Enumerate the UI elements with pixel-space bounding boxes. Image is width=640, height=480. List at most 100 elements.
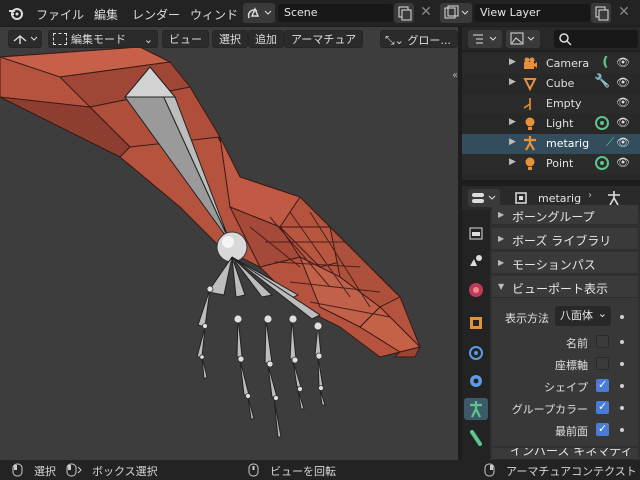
menu-edit[interactable]: 編集 [94,6,118,23]
display-as-label: 表示方法 [505,312,549,325]
names-checkbox[interactable] [596,335,609,348]
keyframe-dot-icon[interactable] [620,406,624,410]
menu-add[interactable]: 追加 [248,30,284,48]
panel-inverse-kinematics[interactable]: インバース キネマティ [492,448,638,460]
outliner-label-empty: Empty [546,97,582,110]
bone-icon [470,430,482,446]
3d-viewport[interactable] [0,27,458,460]
shapes-checkbox[interactable] [596,378,609,392]
armature-hand-scene [0,46,421,438]
blender-logo-icon[interactable] [8,5,24,21]
armature-icon [524,136,536,151]
outliner-label-camera: Camera [546,57,590,70]
scene-icon [247,7,272,19]
status-rotate-view: ビューを回転 [270,465,336,478]
option-label: 最前面 [555,425,588,438]
chevron-down-icon: ⌄ [143,33,153,46]
menu-armature[interactable]: アーマチュア [284,30,364,48]
orientation-label: グロー... [407,34,451,47]
display-as-dropdown[interactable]: 八面体 ⌄ [555,306,611,326]
scene-name-field[interactable]: Scene [278,4,393,22]
expand-arrow-icon[interactable]: ▶ [509,157,516,167]
search-icon [559,33,572,46]
group-colors-checkbox[interactable] [596,400,609,414]
visibility-eye-icon[interactable]: 👁 [616,96,630,109]
expanded-arrow-icon: ▼ [498,282,505,291]
armature-data-icon [608,191,620,206]
tab-constraints[interactable] [464,370,488,392]
list-icon [473,34,497,44]
panel-title: モーションパス [512,258,596,272]
expand-arrow-icon[interactable]: ▶ [509,77,516,87]
visibility-eye-icon[interactable]: 👁 [616,76,630,89]
outliner-label-light: Light [546,117,574,130]
tab-scene[interactable] [464,250,488,272]
mode-selector[interactable]: 編集モード ⌄ [48,30,158,48]
keyframe-dot-icon[interactable] [620,340,624,344]
visibility-eye-icon[interactable]: 👁 [616,116,630,129]
tab-modifiers[interactable] [464,342,488,364]
tab-world[interactable] [464,279,488,301]
visibility-eye-icon[interactable]: 👁 [616,156,630,169]
3d-view-icon [13,35,38,44]
outliner-label-metarig: metarig [546,137,590,150]
armature-icon [470,401,482,418]
collapsed-arrow-icon: ▶ [498,258,505,267]
menu-window[interactable]: ウィンド [190,6,238,23]
menu-file[interactable]: ファイル [36,6,84,23]
display-mode-button[interactable] [468,30,502,48]
new-view-layer-button[interactable] [591,3,611,23]
mouse-right-icon [484,463,495,477]
expand-arrow-icon[interactable]: ▶ [509,117,516,127]
menu-view[interactable]: ビュー [162,30,209,48]
expand-arrow-icon[interactable]: ▶ [509,57,516,67]
close-view-layer-icon[interactable]: ✕ [614,4,634,22]
outliner-search-input[interactable] [554,30,638,48]
panel-title: ボーズ ライブラリ [512,234,612,248]
in-front-checkbox[interactable] [596,422,609,436]
view-layer-name-field[interactable]: View Layer [474,4,590,22]
sidebar-expand-icon[interactable]: ‹ [454,70,458,81]
status-context-menu: アーマチュアコンテクスト [506,465,637,478]
menu-render[interactable]: レンダー [132,6,180,23]
status-select: 選択 [34,465,56,478]
tab-armature-data[interactable] [464,398,488,420]
constraint-icon [470,375,482,387]
properties-object-name: metarig [538,192,582,205]
keyframe-dot-icon[interactable] [620,384,624,388]
light-icon [525,157,535,170]
image-icon [510,32,535,45]
tab-output[interactable] [464,223,488,245]
outliner-label-cube: Cube [546,77,575,90]
tab-bone[interactable] [464,427,488,449]
new-scene-button[interactable] [394,3,414,23]
mouse-left-icon [12,463,23,477]
filter-button[interactable] [506,30,540,48]
keyframe-dot-icon[interactable] [620,315,624,319]
view-layer-selector-button[interactable] [440,3,472,23]
breadcrumb-arrow-icon: › [588,190,592,201]
visibility-eye-icon[interactable]: 👁 [616,56,630,69]
menu-select[interactable]: 選択 [212,30,248,48]
expand-arrow-icon[interactable]: ▶ [509,137,516,147]
physics-icon [469,346,483,360]
axes-checkbox[interactable] [596,357,609,370]
editor-type-button[interactable] [8,30,42,48]
world-icon [469,283,483,297]
mouse-middle-icon [248,463,259,477]
transform-orientation-selector[interactable]: ⤡⌄ グロー... [380,30,458,48]
tab-object[interactable] [464,313,488,335]
scene-selector-button[interactable] [243,3,275,23]
close-scene-icon[interactable]: ✕ [416,4,436,22]
visibility-eye-icon[interactable]: 👁 [616,136,630,149]
keyframe-dot-icon[interactable] [620,428,624,432]
edit-mode-icon [53,33,67,45]
object-icon [470,317,482,329]
keyframe-dot-icon[interactable] [620,362,624,366]
mesh-icon [523,78,537,92]
option-label: シェイプ [544,381,588,394]
wrench-icon: 🔧 [594,74,611,89]
mouse-drag-icon [66,463,82,477]
copy-icon [398,6,412,21]
option-label: 名前 [566,337,588,350]
